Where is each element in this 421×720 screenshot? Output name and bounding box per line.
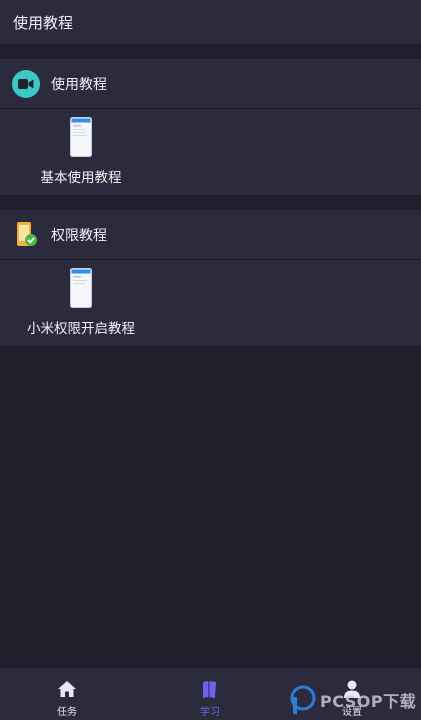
tab-learn[interactable]: 学习 <box>180 668 240 720</box>
tab-label: 学习 <box>200 707 220 718</box>
phone-screenshot-thumbnail-icon <box>70 268 92 308</box>
user-icon <box>341 678 363 700</box>
app-header: 使用教程 <box>0 0 421 44</box>
section-permission-tutorials: 权限教程 小米权限开启教程 <box>0 210 421 346</box>
home-icon <box>56 678 78 700</box>
tab-tasks[interactable]: 任务 <box>37 668 97 720</box>
section-usage-tutorials: 使用教程 基本使用教程 <box>0 59 421 195</box>
book-icon <box>199 678 221 700</box>
section-title: 使用教程 <box>51 76 107 93</box>
tab-label: 任务 <box>57 707 77 718</box>
section-header: 使用教程 <box>0 59 421 109</box>
page-title: 使用教程 <box>13 13 74 32</box>
phone-permission-icon <box>12 220 40 250</box>
tutorial-item-label: 基本使用教程 <box>40 170 122 186</box>
tutorial-item-xiaomi-permission[interactable]: 小米权限开启教程 <box>27 268 135 337</box>
tutorial-item-basic-usage[interactable]: 基本使用教程 <box>31 117 131 186</box>
phone-screenshot-thumbnail-icon <box>70 117 92 157</box>
section-title: 权限教程 <box>51 227 107 244</box>
tutorial-item-label: 小米权限开启教程 <box>27 321 135 337</box>
tab-settings[interactable]: 设置 <box>322 668 382 720</box>
tab-label: 设置 <box>342 707 362 718</box>
section-header: 权限教程 <box>0 210 421 260</box>
bottom-tab-bar: 任务 学习 设置 <box>0 668 421 720</box>
video-camera-icon <box>12 69 40 98</box>
